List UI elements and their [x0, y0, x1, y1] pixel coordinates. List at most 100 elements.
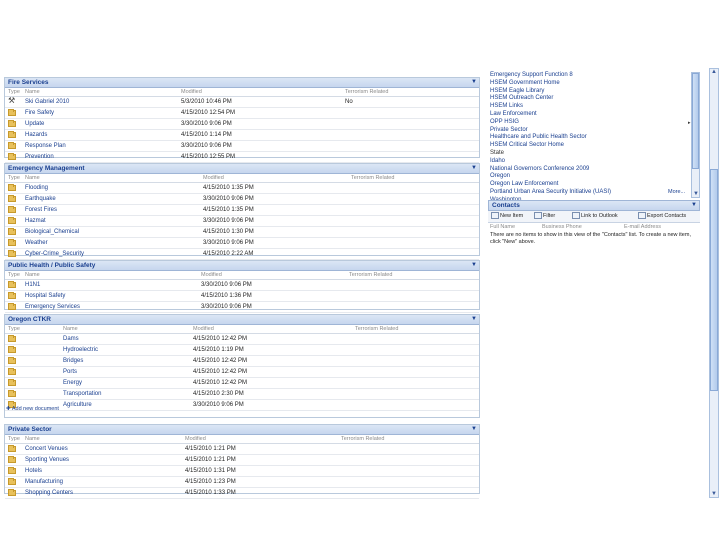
collapse-arrow-icon[interactable]: ▼ — [471, 261, 477, 270]
item-name[interactable]: Hazmat — [25, 216, 46, 226]
column-name[interactable]: Name — [25, 175, 40, 181]
table-row[interactable]: Hydroelectric 4/15/2010 1:19 PM — [5, 345, 479, 356]
item-name[interactable]: Weather — [25, 238, 48, 248]
new-item-button[interactable]: New Item — [491, 211, 523, 221]
column-name[interactable]: Name — [63, 326, 78, 332]
item-name[interactable]: Prevention — [25, 152, 54, 162]
panel-header[interactable]: Emergency Management ▼ — [5, 164, 479, 174]
item-name[interactable]: Hotels — [25, 466, 42, 476]
item-name[interactable]: Ports — [63, 367, 77, 377]
item-name[interactable]: H1N1 — [25, 280, 40, 290]
scroll-up-icon[interactable]: ▲ — [711, 69, 717, 75]
link-item[interactable]: Idaho — [490, 158, 690, 166]
item-name[interactable]: Agriculture — [63, 400, 92, 410]
table-row[interactable]: Agriculture 3/30/2010 9:06 PM — [5, 400, 479, 411]
table-row[interactable]: Sporting Venues 4/15/2010 1:21 PM — [5, 455, 479, 466]
column-type[interactable]: Type — [8, 272, 20, 278]
item-name[interactable]: Manufacturing — [25, 477, 63, 487]
item-name[interactable]: Biological_Chemical — [25, 227, 79, 237]
link-item[interactable]: HSEM Links — [490, 103, 690, 111]
table-row[interactable]: Biological_Chemical 4/15/2010 1:30 PM — [5, 227, 479, 238]
filter-button[interactable]: Filter — [534, 211, 555, 221]
table-row[interactable]: Hospital Safety 4/15/2010 1:36 PM — [5, 291, 479, 302]
column-type[interactable]: Type — [8, 436, 20, 442]
item-name[interactable]: Update — [25, 119, 44, 129]
item-name[interactable]: Hazards — [25, 130, 47, 140]
column-name[interactable]: Name — [25, 272, 40, 278]
item-name[interactable]: Dams — [63, 334, 79, 344]
link-item[interactable]: HSEM Critical Sector Home — [490, 142, 690, 150]
item-name[interactable]: Cyber-Crime_Security — [25, 249, 84, 259]
table-row[interactable]: Hazmat 3/30/2010 9:06 PM — [5, 216, 479, 227]
table-row[interactable]: Ports 4/15/2010 12:42 PM — [5, 367, 479, 378]
scrollbar-thumb[interactable] — [692, 73, 699, 169]
item-name[interactable]: Flooding — [25, 183, 48, 193]
export-contacts-button[interactable]: Export Contacts — [638, 211, 686, 221]
column-name[interactable]: Name — [25, 89, 40, 95]
column-email[interactable]: E-mail Address — [624, 224, 661, 230]
column-terrorism[interactable]: Terrorism Related — [349, 272, 392, 278]
link-item[interactable]: National Governors Conference 2009 — [490, 166, 690, 174]
column-modified[interactable]: Modified — [185, 436, 206, 442]
table-row[interactable]: Energy 4/15/2010 12:42 PM — [5, 378, 479, 389]
item-name[interactable]: Ski Gabriel 2010 — [25, 97, 69, 107]
column-modified[interactable]: Modified — [201, 272, 222, 278]
table-row[interactable]: Manufacturing 4/15/2010 1:23 PM — [5, 477, 479, 488]
collapse-arrow-icon[interactable]: ▼ — [471, 78, 477, 87]
column-terrorism[interactable]: Terrorism Related — [351, 175, 394, 181]
panel-header[interactable]: Oregon CTKR ▼ — [5, 315, 479, 325]
item-name[interactable]: Earthquake — [25, 194, 56, 204]
table-row[interactable]: Shopping Centers 4/15/2010 1:33 PM — [5, 488, 479, 499]
table-row[interactable]: Transportation 4/15/2010 2:30 PM — [5, 389, 479, 400]
table-row[interactable]: H1N1 3/30/2010 9:06 PM — [5, 280, 479, 291]
column-name[interactable]: Name — [25, 436, 40, 442]
panel-header[interactable]: Private Sector ▼ — [5, 425, 479, 435]
column-terrorism[interactable]: Terrorism Related — [355, 326, 398, 332]
item-name[interactable]: Bridges — [63, 356, 83, 366]
item-name[interactable]: Shopping Centers — [25, 488, 73, 498]
column-type[interactable]: Type — [8, 326, 20, 332]
column-type[interactable]: Type — [8, 89, 20, 95]
links-scrollbar[interactable]: ▼ — [691, 72, 700, 198]
link-item[interactable]: OPP HSIG — [490, 119, 690, 127]
column-type[interactable]: Type — [8, 175, 20, 181]
item-name[interactable]: Forest Fires — [25, 205, 57, 215]
item-name[interactable]: Concert Venues — [25, 444, 68, 454]
table-row[interactable]: Emergency Services 3/30/2010 9:06 PM — [5, 302, 479, 313]
column-full-name[interactable]: Full Name — [490, 224, 515, 230]
link-item[interactable]: Law Enforcement — [490, 111, 690, 119]
link-item[interactable]: HSEM Eagle Library — [490, 88, 690, 96]
item-name[interactable]: Fire Safety — [25, 108, 54, 118]
link-outlook-button[interactable]: Link to Outlook — [572, 211, 618, 221]
table-row[interactable]: ⚒ Ski Gabriel 2010 5/3/2010 10:46 PM No — [5, 96, 479, 108]
table-row[interactable]: Hotels 4/15/2010 1:31 PM — [5, 466, 479, 477]
collapse-arrow-icon[interactable]: ▼ — [471, 164, 477, 173]
column-terrorism[interactable]: Terrorism Related — [345, 89, 388, 95]
panel-header[interactable]: Contacts ▼ — [488, 200, 700, 211]
link-item[interactable]: HSEM Outreach Center — [490, 95, 690, 103]
table-row[interactable]: Cyber-Crime_Security 4/15/2010 2:22 AM — [5, 249, 479, 260]
panel-header[interactable]: Public Health / Public Safety ▼ — [5, 261, 479, 271]
item-name[interactable]: Response Plan — [25, 141, 66, 151]
table-row[interactable]: Concert Venues 4/15/2010 1:21 PM — [5, 444, 479, 455]
page-scrollbar[interactable]: ▲ ▼ — [709, 68, 719, 498]
collapse-arrow-icon[interactable]: ▼ — [471, 425, 477, 434]
column-modified[interactable]: Modified — [193, 326, 214, 332]
more-link[interactable]: More... — [668, 189, 685, 195]
item-name[interactable]: Emergency Services — [25, 302, 80, 312]
link-item[interactable]: Oregon Law Enforcement — [490, 181, 690, 189]
item-name[interactable]: Transportation — [63, 389, 101, 399]
column-modified[interactable]: Modified — [203, 175, 224, 181]
link-item[interactable]: Healthcare and Public Health Sector — [490, 134, 690, 142]
column-business-phone[interactable]: Business Phone — [542, 224, 582, 230]
collapse-arrow-icon[interactable]: ▼ — [471, 315, 477, 324]
link-item[interactable]: Portland Urban Area Security Initiative … — [490, 189, 690, 197]
add-document-link[interactable]: ✚ Add new document — [6, 406, 59, 412]
table-row[interactable]: Earthquake 3/30/2010 9:06 PM — [5, 194, 479, 205]
column-terrorism[interactable]: Terrorism Related — [341, 436, 384, 442]
table-row[interactable]: Fire Safety 4/15/2010 12:54 PM — [5, 108, 479, 119]
panel-header[interactable]: Fire Services ▼ — [5, 78, 479, 88]
item-name[interactable]: Hospital Safety — [25, 291, 65, 301]
table-row[interactable]: Dams 4/15/2010 12:42 PM — [5, 334, 479, 345]
scrollbar-thumb[interactable] — [710, 169, 718, 391]
